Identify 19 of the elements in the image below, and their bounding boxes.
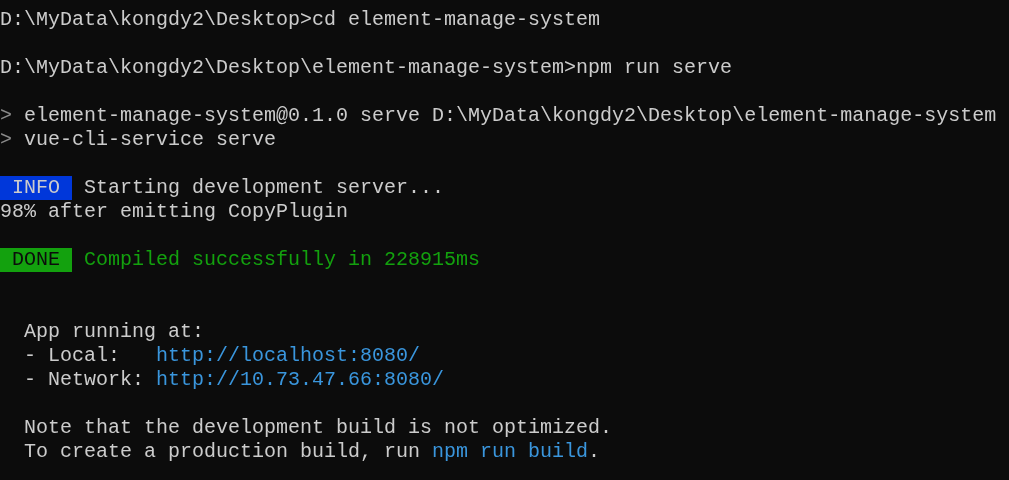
- status-label: INFO: [0, 176, 72, 200]
- url-link[interactable]: http://localhost:8080/: [156, 344, 421, 368]
- url-link[interactable]: http://10.73.47.66:8080/: [156, 368, 445, 392]
- terminal-text: Compiled successfully in 228915ms: [84, 248, 481, 272]
- terminal-text: 98% after emitting CopyPlugin: [0, 200, 349, 224]
- terminal-text: D:\MyData\kongdy2\Desktop>cd element-manage-system: [0, 8, 601, 32]
- terminal-text: element-manage-system@0.1.0 serve D:\MyData\kongdy2\Desktop\element-manage-system: [24, 104, 997, 128]
- terminal-text: Starting development server...: [84, 176, 445, 200]
- status-label: DONE: [0, 248, 72, 272]
- terminal-text: - Local:: [24, 344, 121, 368]
- prompt-arrow: >: [0, 104, 12, 128]
- terminal-text: Note that the development build is not optimized.: [24, 416, 613, 440]
- prompt-arrow: >: [0, 128, 12, 152]
- terminal-text: vue-cli-service serve: [24, 128, 277, 152]
- terminal-text: App running at:: [24, 320, 205, 344]
- terminal-text: D:\MyData\kongdy2\Desktop\element-manage-system>npm run serve: [0, 56, 733, 80]
- terminal-text: To create a production build, run npm run build.: [24, 440, 601, 464]
- url-link[interactable]: npm run build: [432, 440, 589, 463]
- terminal-text: - Network:: [24, 368, 146, 392]
